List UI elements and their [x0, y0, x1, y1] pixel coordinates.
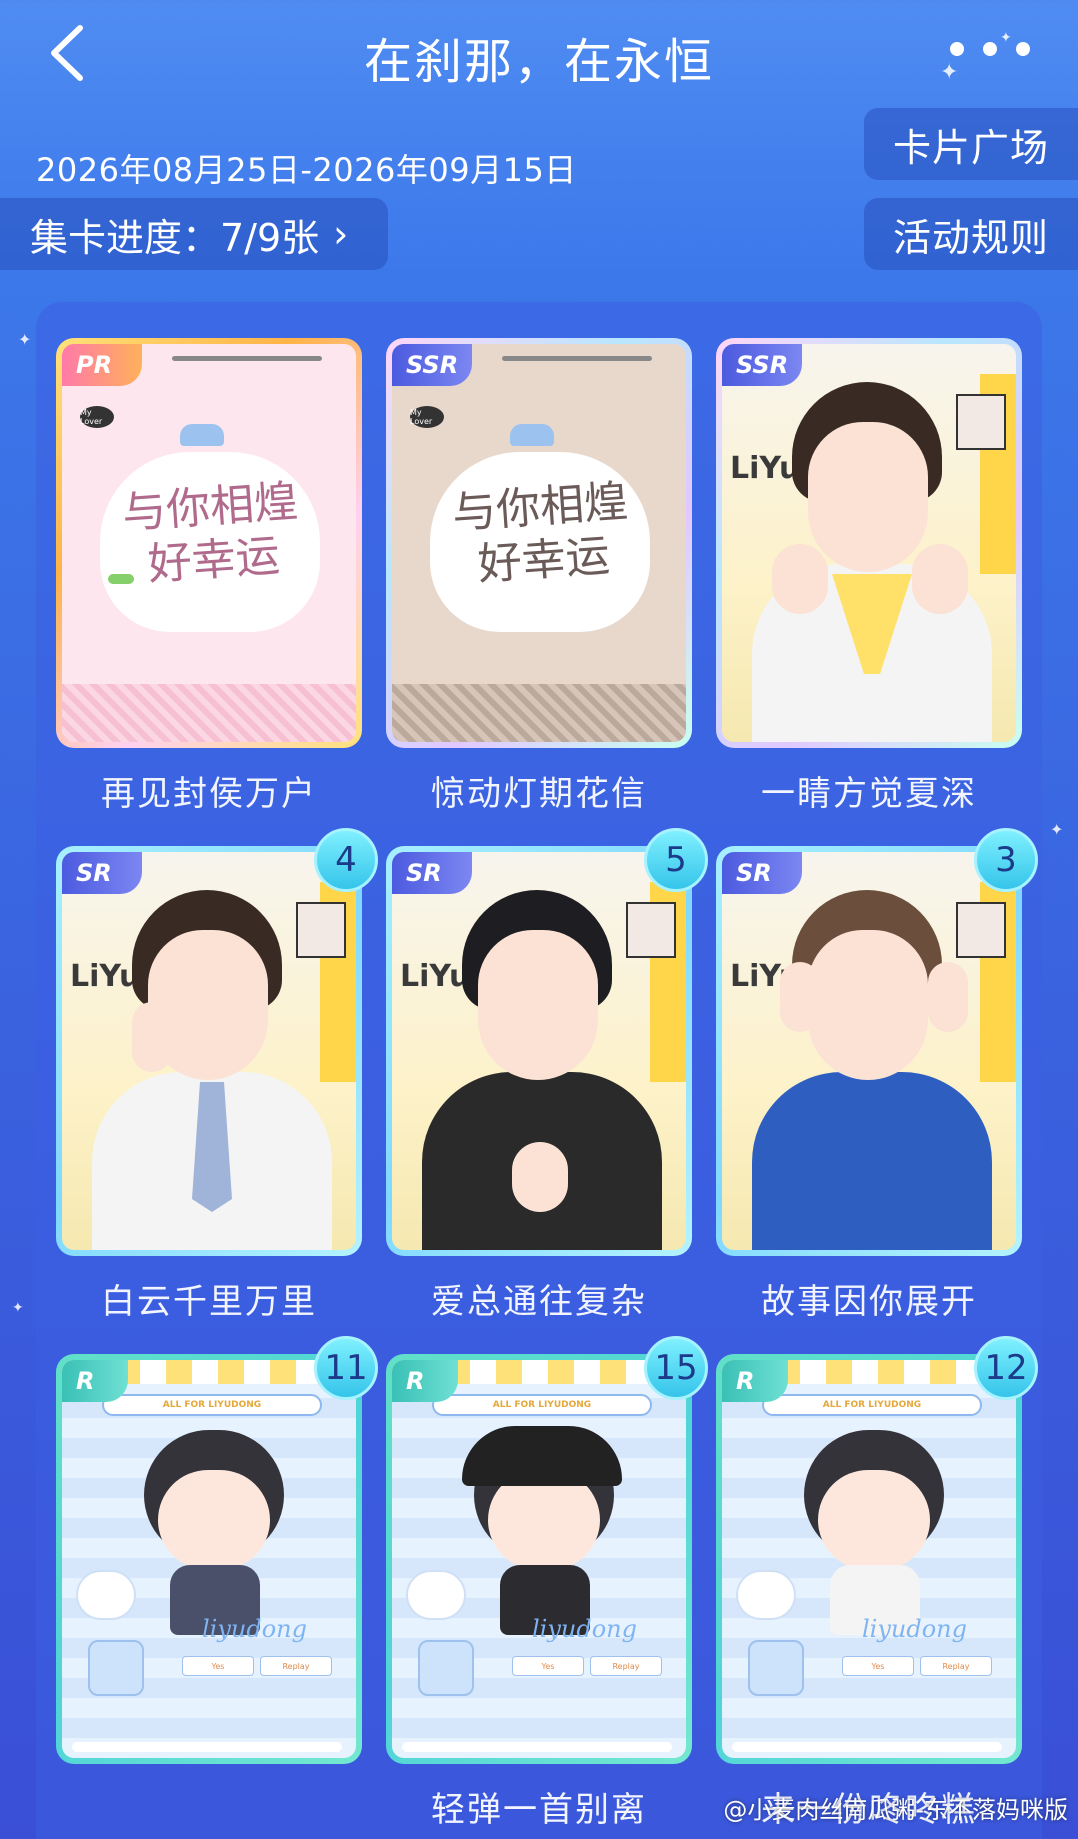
page-title: 在刹那，在永恒: [363, 34, 714, 90]
bear-icon: [406, 1570, 466, 1620]
card-count-badge: 5: [644, 828, 708, 892]
chibi-signature: liyudong: [532, 1615, 637, 1643]
my-lover-badge: My Lover: [410, 406, 444, 428]
yes-label: Yes: [182, 1656, 254, 1676]
card-item[interactable]: SSR LiYu DON: [716, 338, 1022, 748]
card-item[interactable]: SSR My Lover 与你相煌 好幸运: [386, 338, 692, 748]
cap-icon: [462, 1426, 622, 1486]
chibi-character: [158, 1470, 270, 1570]
card-art: SSR My Lover 与你相煌 好幸运: [392, 344, 686, 742]
top-navigation-bar: 在刹那，在永恒: [0, 0, 1078, 110]
rarity-badge: SSR: [392, 344, 472, 386]
yes-label: Yes: [842, 1656, 914, 1676]
watermark: @小麦肉丝南瓜粥-东不落妈咪版: [723, 1796, 1068, 1824]
card-item[interactable]: R ALL FOR LIYUDONG liyudong Yes Replay: [386, 1354, 692, 1764]
card-name: 爱总通往复杂: [431, 1282, 647, 1322]
cloud-icon: [510, 424, 554, 446]
dpad-icon: [418, 1640, 474, 1696]
portrait-thumbnail: [296, 902, 346, 958]
card-art: SR LiYu DON: [722, 852, 1016, 1250]
my-lover-badge: My Lover: [80, 406, 114, 428]
cloud-icon: [180, 424, 224, 446]
portrait-thumbnail: [626, 902, 676, 958]
card-name: 再见封侯万户: [101, 774, 317, 814]
replay-label: Replay: [260, 1656, 332, 1676]
card-item[interactable]: R ALL FOR LIYUDONG liyudong Yes Replay: [56, 1354, 362, 1764]
card-name: 故事因你展开: [761, 1282, 977, 1322]
rarity-badge: SR: [392, 852, 472, 894]
chibi-signature: liyudong: [862, 1615, 967, 1643]
rarity-badge: R: [722, 1360, 788, 1402]
replay-label: Replay: [590, 1656, 662, 1676]
card-art: SSR LiYu DON: [722, 344, 1016, 742]
rarity-badge: PR: [62, 344, 142, 386]
card-count-badge: 12: [974, 1336, 1038, 1400]
card-name: 白云千里万里: [101, 1282, 317, 1322]
star-icon: ✦: [1050, 820, 1064, 839]
card-item[interactable]: PR My Lover 与你相煌 好幸运: [56, 338, 362, 748]
chibi-banner: ALL FOR LIYUDONG: [762, 1394, 982, 1416]
collection-progress-label: 集卡进度：7/9张: [30, 215, 320, 260]
star-icon: ✦: [12, 1300, 24, 1316]
rarity-badge: SR: [722, 852, 802, 894]
portrait-thumbnail: [956, 902, 1006, 958]
card-item[interactable]: SR LiYu DON: [56, 846, 362, 1256]
more-options-button[interactable]: [950, 38, 1030, 60]
chevron-right-icon: ›: [333, 212, 349, 256]
card-art: R ALL FOR LIYUDONG liyudong Yes Replay: [722, 1360, 1016, 1758]
dpad-icon: [88, 1640, 144, 1696]
more-dots-icon: [950, 42, 964, 56]
yes-label: Yes: [512, 1656, 584, 1676]
card-art: PR My Lover 与你相煌 好幸运: [62, 344, 356, 742]
card-name: 惊动灯期花信: [431, 774, 647, 814]
card-art: SR LiYu DON: [62, 852, 356, 1250]
card-name: 轻弹一首别离: [431, 1790, 647, 1830]
dpad-icon: [748, 1640, 804, 1696]
portrait-thumbnail: [956, 394, 1006, 450]
character-portrait: [808, 930, 928, 1080]
card-art: SR LiYu DON: [392, 852, 686, 1250]
bone-icon: [108, 574, 134, 584]
collection-progress-button[interactable]: 集卡进度：7/9张 ›: [0, 198, 388, 270]
rarity-badge: R: [392, 1360, 458, 1402]
rarity-badge: SSR: [722, 344, 802, 386]
star-icon: ✦: [18, 330, 32, 349]
activity-rules-button[interactable]: 活动规则: [864, 198, 1078, 270]
bear-icon: [76, 1570, 136, 1620]
bear-icon: [736, 1570, 796, 1620]
card-art: R ALL FOR LIYUDONG liyudong Yes Replay: [392, 1360, 686, 1758]
card-item[interactable]: SR LiYu DON: [386, 846, 692, 1256]
card-count-badge: 4: [314, 828, 378, 892]
card-count-badge: 3: [974, 828, 1038, 892]
card-script-text: 与你相煌 好幸运: [450, 475, 630, 591]
card-square-button[interactable]: 卡片广场: [864, 108, 1078, 180]
card-item[interactable]: R ALL FOR LIYUDONG liyudong Yes Replay: [716, 1354, 1022, 1764]
chibi-signature: liyudong: [202, 1615, 307, 1643]
chibi-banner: ALL FOR LIYUDONG: [102, 1394, 322, 1416]
chibi-character: [818, 1470, 930, 1570]
card-count-badge: 15: [644, 1336, 708, 1400]
card-item[interactable]: SR LiYu DON: [716, 846, 1022, 1256]
card-count-badge: 11: [314, 1336, 378, 1400]
character-portrait: [808, 422, 928, 572]
card-art: R ALL FOR LIYUDONG liyudong Yes Replay: [62, 1360, 356, 1758]
rarity-badge: R: [62, 1360, 128, 1402]
replay-label: Replay: [920, 1656, 992, 1676]
chibi-banner: ALL FOR LIYUDONG: [432, 1394, 652, 1416]
event-date-range: 2026年08月25日-2026年09月15日: [36, 151, 577, 189]
character-portrait: [478, 930, 598, 1080]
rarity-badge: SR: [62, 852, 142, 894]
card-name: 一睛方觉夏深: [761, 774, 977, 814]
